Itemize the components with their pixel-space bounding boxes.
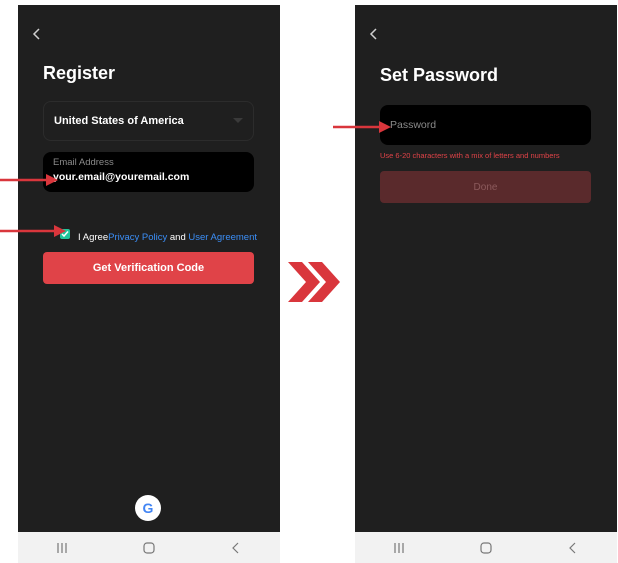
back-icon[interactable] (558, 538, 588, 558)
home-icon[interactable] (471, 538, 501, 558)
triangle-down-icon (233, 118, 243, 123)
password-placeholder: Password (390, 119, 437, 131)
country-select[interactable]: United States of America (43, 101, 254, 141)
password-hint: Use 6-20 characters with a mix of letter… (380, 151, 560, 160)
arrow-right-icon (0, 225, 66, 237)
agreement-text: I AgreePrivacy Policy and User Agreement (78, 232, 257, 243)
home-icon[interactable] (134, 538, 164, 558)
agree-and: and (167, 232, 189, 243)
agreement-row: I AgreePrivacy Policy and User Agreement (60, 224, 257, 243)
get-verification-code-button[interactable]: Get Verification Code (43, 252, 254, 284)
google-login-button[interactable]: G (135, 495, 161, 521)
recents-icon[interactable] (47, 538, 77, 558)
arrow-right-icon (333, 121, 391, 133)
user-agreement-link[interactable]: User Agreement (188, 232, 257, 243)
back-icon[interactable] (221, 538, 251, 558)
arrow-right-icon (0, 174, 58, 186)
country-value: United States of America (54, 115, 184, 127)
double-chevron-right-icon (288, 262, 340, 302)
set-password-screen: Set Password Password Use 6-20 character… (355, 5, 617, 563)
done-button[interactable]: Done (380, 171, 591, 203)
register-screen: Register United States of America Email … (18, 5, 280, 563)
system-nav-bar (355, 532, 617, 563)
page-title: Register (43, 63, 116, 83)
password-field[interactable]: Password (380, 105, 591, 145)
back-icon[interactable] (367, 27, 381, 41)
page-title: Set Password (380, 65, 499, 85)
google-icon: G (142, 500, 154, 516)
email-field[interactable]: Email Address your.email@youremail.com (43, 152, 254, 192)
email-value: your.email@youremail.com (53, 171, 190, 183)
privacy-policy-link[interactable]: Privacy Policy (108, 232, 167, 243)
back-icon[interactable] (30, 27, 44, 41)
agree-prefix: I Agree (78, 232, 109, 243)
system-nav-bar (18, 532, 280, 563)
email-label: Email Address (53, 157, 114, 168)
recents-icon[interactable] (384, 538, 414, 558)
